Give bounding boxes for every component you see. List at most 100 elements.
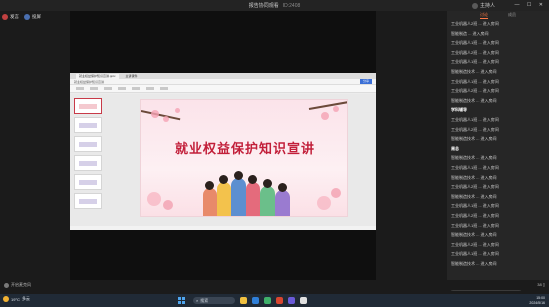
slide-thumb[interactable]: [74, 98, 102, 114]
person-figure: [203, 188, 217, 216]
room-id: ID:2408: [282, 3, 301, 9]
browser-icon[interactable]: [252, 297, 259, 304]
chat-message: 工业机器人1班 ... 进入房间: [451, 117, 499, 122]
slide-thumb[interactable]: [74, 117, 102, 133]
online-counter: 38 ▯: [537, 282, 545, 287]
person-head: [278, 183, 287, 192]
avatar: [472, 2, 478, 9]
window-titlebar: 报告协同观看 ID:2408 主持人 — ☐ ✕: [0, 0, 549, 11]
shared-browser-window: 就业权益保护知识宣讲.pptx 主讲课件 就业权益保护知识宣讲 分享 就业权益保…: [70, 73, 376, 230]
control-bar: 开启麦克风 38 ▯: [0, 280, 549, 290]
chat-app-icon[interactable]: [264, 297, 271, 304]
person-head: [234, 171, 243, 180]
clock-date: 2024/5/16: [529, 300, 545, 305]
cast-icon: [24, 14, 30, 20]
toolbar-tool[interactable]: [90, 87, 98, 90]
blossom-decoration: [317, 196, 331, 210]
chat-message: 工业机器人1班 ... 进入房间: [451, 40, 499, 46]
blossom-decoration: [147, 192, 161, 206]
weather-temp: 19°C: [11, 296, 20, 302]
address-text: 就业权益保护知识宣讲: [74, 79, 105, 84]
slide-thumbnails: [74, 98, 104, 212]
system-tray-clock[interactable]: 15:00 2024/5/16: [529, 296, 545, 305]
cast-label: 投屏: [32, 14, 41, 19]
tab-members[interactable]: 成员: [508, 12, 516, 18]
speak-chip[interactable]: 发言: [2, 14, 19, 20]
toolbar-tool[interactable]: [132, 87, 140, 90]
taskbar-search[interactable]: ⌕ 搜索: [193, 297, 235, 304]
chat-message: 智能制造技术 ... 进入房间: [451, 174, 497, 180]
store-icon[interactable]: [300, 297, 307, 304]
person-figure: [231, 178, 246, 216]
blossom-decoration: [333, 106, 339, 112]
chat-message: 工业机器人1班 ... 进入房间: [451, 59, 499, 65]
person-head: [219, 175, 228, 184]
chat-message: 周总: [451, 145, 459, 151]
person-head: [248, 175, 257, 184]
speak-icon: [2, 14, 8, 20]
browser-tab-1[interactable]: 就业权益保护知识宣讲.pptx: [76, 73, 119, 79]
person-head: [205, 181, 214, 190]
blossom-decoration: [321, 112, 329, 120]
toolbar-tool[interactable]: [160, 87, 168, 90]
chat-message: 工业机器人1班 ... 进入房间: [451, 78, 499, 84]
weather-desc: 多云: [21, 296, 30, 301]
branch-decoration: [308, 101, 347, 110]
file-explorer-icon[interactable]: [240, 297, 247, 304]
chat-message: 智能制造技术 ... 进入房间: [451, 193, 497, 199]
search-label: 搜索: [200, 297, 209, 303]
windows-start-icon[interactable]: [178, 297, 185, 304]
share-button[interactable]: 分享: [359, 79, 372, 84]
chat-message: 工业机器人2班 ... 进入房间: [451, 213, 499, 218]
slide-thumb[interactable]: [74, 174, 102, 190]
browser-tab-2[interactable]: 主讲课件: [122, 73, 141, 79]
chat-message: 工业机器人2班 ... 进入房间: [451, 184, 499, 190]
chat-message: 智能制造 ... 进入房间: [451, 30, 489, 36]
mic-label: 开启麦克风: [11, 282, 31, 287]
doc-toolbar: [70, 85, 376, 93]
slide-headline: 就业权益保护知识宣讲: [174, 141, 315, 156]
person-figure: [275, 190, 290, 216]
toolbar-tool[interactable]: [104, 87, 112, 90]
current-slide: 就业权益保护知识宣讲: [140, 99, 348, 217]
window-controls[interactable]: — ☐ ✕: [515, 2, 546, 8]
chat-message: 工业机器人1班 ... 进入房间: [451, 222, 499, 228]
chat-panel: 讨论 成员 工业机器人2班 ... 进入房间 智能制造 ... 进入房间工业机器人…: [447, 11, 549, 291]
person-head: [263, 179, 272, 188]
left-panel: 发言 投屏: [0, 11, 70, 280]
room-title: 报告协同观看: [248, 3, 279, 9]
slide-thumb[interactable]: [74, 193, 102, 209]
weather-widget[interactable]: 19°C 多云: [3, 296, 30, 302]
chat-message: 工业机器人2班 ... 进入房间: [451, 126, 499, 132]
mic-toggle[interactable]: 开启麦克风: [4, 282, 31, 288]
speak-label: 发言: [10, 14, 19, 19]
chat-message: 工业机器人1班 ... 进入房间: [451, 165, 499, 170]
host-user[interactable]: 主持人: [472, 2, 495, 9]
slide-thumb[interactable]: [74, 155, 102, 171]
chat-tabs: 讨论 成员: [447, 11, 549, 19]
person-figure: [246, 182, 260, 216]
os-taskbar: 19°C 多云 ⌕ 搜索 15:00 2024/5/16: [0, 294, 549, 307]
window-title: 报告协同观看 ID:2408: [0, 2, 549, 9]
blossom-decoration: [163, 200, 173, 210]
toolbar-tool[interactable]: [118, 87, 126, 90]
toolbar-tool[interactable]: [76, 87, 84, 90]
chat-message: 智能制造技术 ... 进入房间: [451, 232, 497, 238]
office-icon[interactable]: [276, 297, 283, 304]
blossom-decoration: [151, 110, 159, 118]
person-figure: [260, 186, 275, 216]
people-illustration: [201, 164, 293, 216]
chat-message: 工业机器人2班 ... 进入房间: [451, 49, 499, 55]
slide-thumb[interactable]: [74, 136, 102, 152]
chat-message: 智能制造技术 ... 进入房间: [451, 97, 497, 103]
cast-chip[interactable]: 投屏: [24, 14, 41, 20]
chat-message: 智能制造技术 ... 进入房间: [451, 136, 497, 142]
chat-message: 智能制造技术 ... 进入房间: [451, 155, 497, 161]
weather-icon: [3, 296, 9, 302]
doc-statusbar: [70, 226, 376, 230]
tab-discussion[interactable]: 讨论: [480, 12, 488, 19]
meeting-app-icon[interactable]: [288, 297, 295, 304]
chat-message: 工业机器人1班 ... 进入房间: [451, 203, 499, 209]
blossom-decoration: [163, 116, 169, 122]
toolbar-tool[interactable]: [146, 87, 154, 90]
